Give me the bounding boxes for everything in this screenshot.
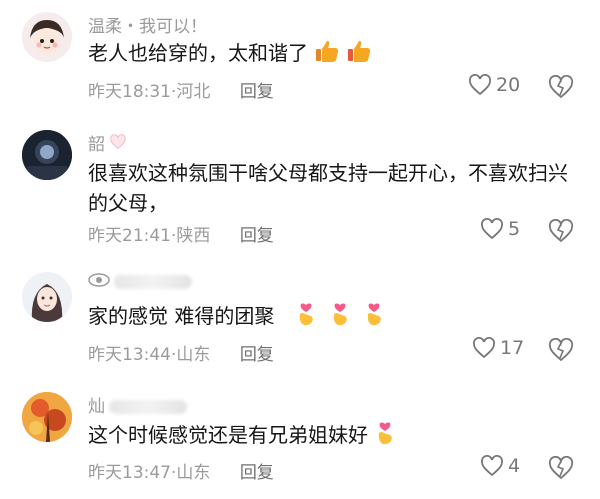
username[interactable]: 灿 xyxy=(88,392,187,417)
comment-text: 老人也给穿的，太和谐了 xyxy=(88,38,578,71)
broken-heart-icon xyxy=(548,337,574,362)
finger-heart-icon xyxy=(329,302,351,334)
heart-icon xyxy=(109,134,127,155)
comment-text: 家的感觉 难得的团聚 xyxy=(88,301,578,334)
dislike-button[interactable] xyxy=(548,74,574,103)
dislike-button[interactable] xyxy=(548,218,574,247)
comment-meta: 昨天21:41·陕西 回复 xyxy=(88,226,274,246)
reply-button[interactable]: 回复 xyxy=(240,226,274,246)
username[interactable]: 韶 xyxy=(88,130,127,155)
like-button[interactable]: 17 xyxy=(472,337,524,359)
comment-item: 家的感觉 难得的团聚 昨天13:44·山东 回复 17 xyxy=(0,260,600,380)
like-button[interactable]: 5 xyxy=(480,218,520,240)
broken-heart-icon xyxy=(548,74,574,99)
broken-heart-icon xyxy=(548,218,574,243)
comment-meta: 昨天13:47·山东 回复 xyxy=(88,463,274,483)
comment-item: 韶 很喜欢这种氛围干啥父母都支持一起开心，不喜欢扫兴的父母， 昨天21:41·陕… xyxy=(0,120,600,260)
eye-icon xyxy=(88,272,110,292)
comment-time: 昨天18:31 xyxy=(88,82,171,102)
heart-outline-icon xyxy=(473,337,495,359)
heart-outline-icon xyxy=(469,74,491,96)
reply-button[interactable]: 回复 xyxy=(240,463,274,483)
avatar[interactable] xyxy=(22,12,72,62)
like-count: 20 xyxy=(496,74,521,96)
like-count: 17 xyxy=(500,337,525,359)
comment-time: 昨天21:41 xyxy=(88,226,171,246)
avatar[interactable] xyxy=(22,272,72,322)
comment-item: 灿 这个时候感觉还是有兄弟姐妹好 昨天13:47·山东 回复 4 xyxy=(0,380,600,499)
comment-meta: 昨天18:31·河北 回复 xyxy=(88,82,274,102)
comment-time: 昨天13:44 xyxy=(88,345,171,365)
finger-heart-icon xyxy=(295,302,317,334)
comment-text: 很喜欢这种氛围干啥父母都支持一起开心，不喜欢扫兴的父母， xyxy=(88,161,568,215)
thumbs-up-icon xyxy=(346,39,372,71)
dislike-button[interactable] xyxy=(548,455,574,484)
dislike-button[interactable] xyxy=(548,337,574,366)
like-button[interactable]: 20 xyxy=(468,74,520,96)
avatar[interactable] xyxy=(22,130,72,180)
comment-location: 山东 xyxy=(176,463,211,483)
comment-time: 昨天13:47 xyxy=(88,463,171,483)
finger-heart-icon xyxy=(363,302,385,334)
comment-meta: 昨天13:44·山东 回复 xyxy=(88,345,274,365)
broken-heart-icon xyxy=(548,455,574,480)
username[interactable] xyxy=(88,272,192,292)
like-count: 4 xyxy=(508,455,521,477)
comment-location: 陕西 xyxy=(176,226,211,246)
redacted-name xyxy=(114,275,192,289)
comment-location: 山东 xyxy=(176,345,211,365)
heart-outline-icon xyxy=(481,218,503,240)
finger-heart-icon xyxy=(374,421,396,453)
comment-location: 河北 xyxy=(176,82,211,102)
reply-button[interactable]: 回复 xyxy=(240,345,274,365)
avatar[interactable] xyxy=(22,392,72,442)
comment-text: 这个时候感觉还是有兄弟姐妹好 xyxy=(88,420,578,453)
like-count: 5 xyxy=(508,218,521,240)
thumbs-up-icon xyxy=(314,39,340,71)
comment-item: 温柔・我可以！ 老人也给穿的，太和谐了 昨天18:31·河北 回复 20 xyxy=(0,0,600,120)
like-button[interactable]: 4 xyxy=(480,455,520,477)
reply-button[interactable]: 回复 xyxy=(240,82,274,102)
username[interactable]: 温柔・我可以！ xyxy=(88,12,207,37)
heart-outline-icon xyxy=(481,455,503,477)
redacted-name xyxy=(109,400,187,414)
